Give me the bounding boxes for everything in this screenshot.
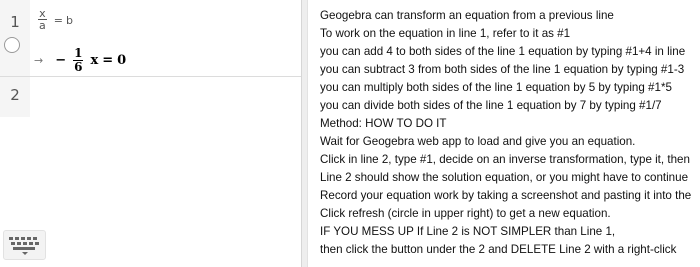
algebra-row-1[interactable]: 1 x a = b → − 1 6 x = 0 (0, 0, 301, 77)
instruction-line: you can divide both sides of the line 1 … (320, 99, 662, 112)
output-equals: = (102, 52, 114, 68)
definition-equals: = (53, 13, 63, 27)
output-arrow-icon: → (34, 53, 44, 67)
row-number-2: 2 (10, 86, 20, 104)
algebra-row-2[interactable]: 2 (0, 77, 301, 117)
algebra-view: 1 x a = b → − 1 6 x = 0 2 (0, 0, 301, 267)
panel-splitter[interactable] (301, 0, 308, 267)
output-minus: − (55, 52, 67, 68)
definition-denominator: a (39, 19, 46, 32)
instruction-line: IF YOU MESS UP If Line 2 is NOT SIMPLER … (320, 225, 616, 238)
instruction-line: Line 2 should show the solution equation… (320, 171, 689, 184)
instructions-text: Geogebra can transform an equation from … (320, 7, 700, 259)
instruction-line: Wait for Geogebra web app to load and gi… (320, 135, 636, 148)
instruction-line: Record your equation work by taking a sc… (320, 189, 692, 202)
instruction-line: you can multiply both sides of the line … (320, 81, 672, 94)
output-fraction: 1 6 (73, 45, 84, 74)
visibility-toggle-circle-icon[interactable] (4, 37, 20, 53)
algebra-input-field[interactable] (36, 85, 291, 107)
definition-fraction: x a (38, 8, 47, 32)
instruction-line: you can subtract 3 from both sides of th… (320, 63, 685, 76)
output-denominator: 6 (74, 59, 83, 74)
instruction-line: Click in line 2, type #1, decide on an i… (320, 153, 690, 166)
instruction-line: Method: HOW TO DO IT (320, 117, 447, 130)
instruction-line: Click refresh (circle in upper right) to… (320, 207, 611, 220)
output-variable: x (90, 52, 99, 68)
instructions-panel: Geogebra can transform an equation from … (308, 0, 700, 267)
keyboard-button[interactable] (3, 230, 46, 260)
definition-rhs: b (65, 13, 73, 27)
instruction-line: Geogebra can transform an equation from … (320, 9, 614, 22)
output-numerator: 1 (74, 45, 83, 60)
row-1-definition[interactable]: x a = b (38, 5, 73, 35)
row-number-1: 1 (10, 13, 20, 31)
instruction-line: you can add 4 to both sides of the line … (320, 45, 686, 58)
instruction-line: To work on the equation in line 1, refer… (320, 27, 571, 40)
instruction-line: then click the button under the 2 and DE… (320, 243, 677, 256)
keyboard-icon (9, 237, 39, 255)
row-1-output: → − 1 6 x = 0 (34, 43, 126, 77)
definition-numerator: x (39, 7, 46, 20)
output-rhs: 0 (117, 52, 127, 68)
